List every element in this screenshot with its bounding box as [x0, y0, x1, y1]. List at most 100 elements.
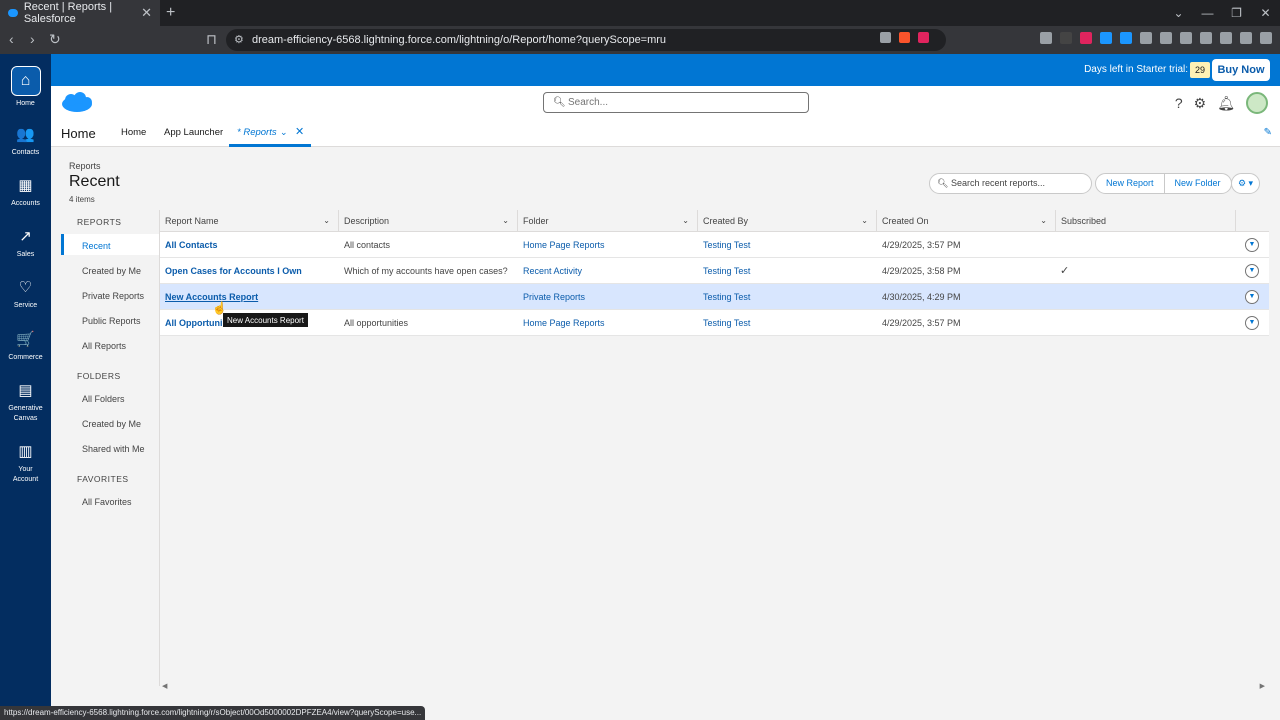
sidebar-item-folders-created-by-me[interactable]: Created by Me	[82, 419, 141, 429]
sidebar-item-all-favorites[interactable]: All Favorites	[82, 497, 132, 507]
contacts-icon: 👥	[16, 126, 35, 143]
scroll-left-icon[interactable]: ◀	[162, 682, 167, 690]
folder-link[interactable]: Home Page Reports	[518, 310, 698, 336]
sidebar-item-recent[interactable]: Recent	[82, 241, 111, 251]
extension-icon[interactable]	[1100, 32, 1112, 44]
chevron-down-icon[interactable]: ⌄	[861, 210, 868, 232]
column-header-report-name[interactable]: Report Name ⌄	[160, 210, 339, 232]
wallet-icon[interactable]	[1200, 32, 1212, 44]
created-by-link[interactable]: Testing Test	[698, 232, 877, 258]
gear-icon[interactable]: ⚙	[1194, 95, 1207, 112]
column-header-created-on[interactable]: Created On ⌄	[877, 210, 1056, 232]
new-folder-button[interactable]: New Folder	[1163, 174, 1231, 193]
download-icon[interactable]	[1160, 32, 1172, 44]
report-description	[339, 284, 518, 310]
site-info-icon[interactable]: ⚙	[234, 29, 244, 51]
created-by-link[interactable]: Testing Test	[698, 310, 877, 336]
column-header-folder[interactable]: Folder ⌄	[518, 210, 698, 232]
chevron-down-icon[interactable]: ⌄	[280, 127, 288, 138]
table-row[interactable]: All Contacts All contacts Home Page Repo…	[160, 232, 1269, 258]
report-name-link[interactable]: New Accounts Report	[160, 284, 339, 310]
search-recent-reports-input[interactable]: 🔍︎ Search recent reports...	[929, 173, 1092, 194]
back-icon[interactable]: ‹	[9, 31, 14, 47]
dark-mode-icon[interactable]	[1060, 32, 1072, 44]
report-name-link[interactable]: Open Cases for Accounts I Own	[160, 258, 339, 284]
reload-icon[interactable]: ↻	[49, 31, 61, 48]
folder-link[interactable]: Recent Activity	[518, 258, 698, 284]
leo-icon[interactable]	[1220, 32, 1232, 44]
table-row[interactable]: Open Cases for Accounts I Own Which of m…	[160, 258, 1269, 284]
chevron-down-icon[interactable]: ⌄	[323, 210, 330, 232]
report-name-link[interactable]: All Contacts	[160, 232, 339, 258]
brave-rewards-icon[interactable]	[918, 32, 929, 43]
bookmark-icon[interactable]: ⊓	[206, 31, 217, 48]
sidebar-item-public-reports[interactable]: Public Reports	[82, 316, 141, 326]
salesforce-logo-icon[interactable]	[61, 92, 93, 114]
nav-sales[interactable]: ↗ Sales	[0, 227, 51, 260]
chevron-down-icon[interactable]: ⌄	[1040, 210, 1047, 232]
accounts-icon: ▦	[18, 177, 33, 194]
column-header-subscribed[interactable]: Subscribed	[1056, 210, 1236, 232]
nav-generative-canvas[interactable]: ▤ Generative Canvas	[0, 381, 51, 424]
sidebar-item-all-folders[interactable]: All Folders	[82, 394, 125, 404]
sidebar-item-shared-with-me[interactable]: Shared with Me	[82, 444, 145, 454]
nav-service[interactable]: ♡ Service	[0, 278, 51, 311]
edit-pencil-icon[interactable]: ✎	[1264, 127, 1272, 138]
extension-icon[interactable]	[1040, 32, 1052, 44]
close-window-icon[interactable]: ✕	[1251, 0, 1280, 26]
table-row[interactable]: New Accounts Report Private Reports Test…	[160, 284, 1269, 310]
sidebar-item-private-reports[interactable]: Private Reports	[82, 291, 144, 301]
restore-icon[interactable]: ❐	[1222, 0, 1251, 26]
column-header-description[interactable]: Description ⌄	[339, 210, 518, 232]
tab-reports[interactable]: * Reports	[237, 127, 277, 138]
row-actions-chevron-down-icon[interactable]: ▼	[1245, 290, 1259, 304]
column-header-created-by[interactable]: Created By ⌄	[698, 210, 877, 232]
tab-search-icon[interactable]: ⌄	[1164, 0, 1193, 26]
sidebar-section-favorites: FAVORITES	[77, 474, 129, 484]
chevron-down-icon[interactable]: ⌄	[502, 210, 509, 232]
created-by-link[interactable]: Testing Test	[698, 284, 877, 310]
close-icon[interactable]: ✕	[295, 125, 304, 138]
brave-shield-icon[interactable]	[899, 32, 910, 43]
avatar[interactable]	[1246, 92, 1268, 114]
horizontal-scrollbar[interactable]: ◀ ▶	[159, 682, 1268, 692]
vpn-icon[interactable]	[1240, 32, 1252, 44]
bell-icon[interactable]: 🔔︎	[1217, 95, 1235, 112]
nav-contacts[interactable]: 👥 Contacts	[0, 125, 51, 158]
buy-now-button[interactable]: Buy Now	[1212, 59, 1270, 81]
nav-commerce[interactable]: 🛒 Commerce	[0, 330, 51, 363]
tab-app-launcher[interactable]: App Launcher	[164, 127, 223, 138]
share-icon[interactable]	[880, 32, 891, 43]
url-input[interactable]: ⚙ dream-efficiency-6568.lightning.force.…	[226, 29, 946, 51]
row-actions-chevron-down-icon[interactable]: ▼	[1245, 316, 1259, 330]
sidebar-icon[interactable]	[1180, 32, 1192, 44]
close-tab-icon[interactable]: ✕	[141, 5, 152, 21]
subscribed-check-icon: ✓	[1060, 265, 1070, 277]
nav-accounts[interactable]: ▦ Accounts	[0, 176, 51, 209]
puzzle-icon[interactable]	[1140, 32, 1152, 44]
row-actions-chevron-down-icon[interactable]: ▼	[1245, 238, 1259, 252]
nav-home[interactable]: ⌂ Home	[0, 66, 51, 109]
table-row[interactable]: All Opportunities All opportunities Home…	[160, 310, 1269, 336]
help-icon[interactable]: ?	[1175, 95, 1183, 111]
extension-icon[interactable]	[1120, 32, 1132, 44]
chevron-down-icon[interactable]: ⌄	[682, 210, 689, 232]
folder-link[interactable]: Home Page Reports	[518, 232, 698, 258]
browser-tab[interactable]: Recent | Reports | Salesforce ✕	[0, 0, 160, 26]
menu-icon[interactable]	[1260, 32, 1272, 44]
sidebar-item-all-reports[interactable]: All Reports	[82, 341, 126, 351]
extension-icon[interactable]	[1080, 32, 1092, 44]
forward-icon[interactable]: ›	[30, 31, 35, 47]
folder-link[interactable]: Private Reports	[518, 284, 698, 310]
new-tab-icon[interactable]: +	[166, 4, 175, 22]
nav-your-account[interactable]: ▥ Your Account	[0, 442, 51, 485]
row-actions-chevron-down-icon[interactable]: ▼	[1245, 264, 1259, 278]
new-report-button[interactable]: New Report	[1096, 174, 1164, 193]
sidebar-item-created-by-me[interactable]: Created by Me	[82, 266, 141, 276]
created-by-link[interactable]: Testing Test	[698, 258, 877, 284]
global-search-input[interactable]: 🔍︎ Search...	[543, 92, 809, 113]
minimize-icon[interactable]: —	[1193, 0, 1222, 26]
list-settings-gear-icon[interactable]: ⚙ ▾	[1231, 173, 1260, 194]
scroll-right-icon[interactable]: ▶	[1260, 682, 1265, 690]
tab-home[interactable]: Home	[121, 127, 146, 138]
